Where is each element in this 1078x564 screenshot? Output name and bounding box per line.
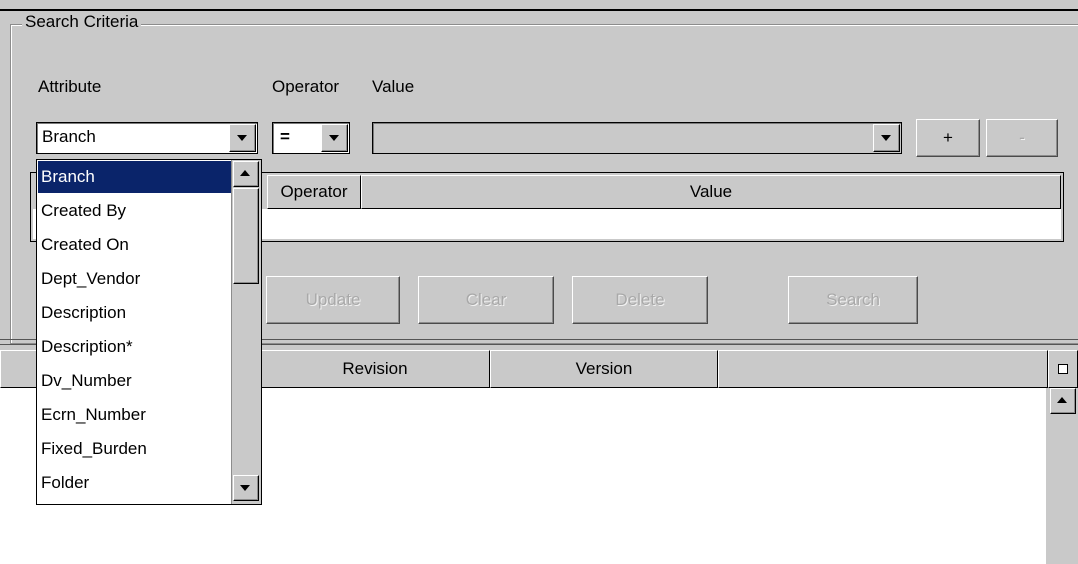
dropdown-scroll-down-button[interactable] xyxy=(233,475,259,501)
operator-label: Operator xyxy=(272,77,340,96)
attribute-label: Attribute xyxy=(38,77,102,96)
clear-button[interactable]: Clear xyxy=(418,276,554,324)
scroll-up-button[interactable] xyxy=(1050,388,1076,414)
operator-select-value: = xyxy=(280,127,290,146)
criteria-column-value[interactable]: Value xyxy=(361,175,1061,209)
results-vertical-scrollbar[interactable] xyxy=(1046,388,1078,564)
update-button[interactable]: Update xyxy=(266,276,400,324)
operator-dropdown-button[interactable] xyxy=(321,124,348,152)
results-column-empty[interactable] xyxy=(718,350,1048,388)
column-chooser-button[interactable] xyxy=(1048,350,1078,388)
attribute-dropdown-list: Branch Created By Created On Dept_Vendor… xyxy=(36,159,262,505)
results-column-version[interactable]: Version xyxy=(490,350,718,388)
attribute-option[interactable]: Dv_Number xyxy=(38,365,233,397)
dropdown-scroll-thumb[interactable] xyxy=(233,188,259,284)
chevron-down-icon xyxy=(329,135,339,141)
attribute-option[interactable]: Description xyxy=(38,297,233,329)
add-criterion-button[interactable]: + xyxy=(916,119,980,157)
attribute-option[interactable]: Folder xyxy=(38,467,233,499)
value-label: Value xyxy=(372,77,415,96)
attribute-select[interactable]: Branch xyxy=(36,122,258,154)
attribute-option[interactable]: Branch xyxy=(38,161,233,193)
value-dropdown-button[interactable] xyxy=(873,124,900,152)
attribute-option[interactable]: Ecrn_Number xyxy=(38,399,233,431)
attribute-option[interactable]: Fixed_Burden xyxy=(38,433,233,465)
search-criteria-legend: Search Criteria xyxy=(22,12,142,32)
chevron-down-icon xyxy=(237,135,247,141)
value-select[interactable] xyxy=(372,122,902,154)
window-top-edge xyxy=(0,0,1078,11)
operator-select[interactable]: = xyxy=(272,122,350,154)
results-column-revision[interactable]: Revision xyxy=(260,350,490,388)
attribute-option[interactable]: Dept_Vendor xyxy=(38,263,233,295)
square-icon xyxy=(1058,364,1068,374)
attribute-option[interactable]: Description* xyxy=(38,331,233,363)
search-button[interactable]: Search xyxy=(788,276,918,324)
remove-criterion-button[interactable]: - xyxy=(986,119,1058,157)
attribute-select-value: Branch xyxy=(42,127,96,146)
dropdown-scrollbar[interactable] xyxy=(231,160,261,504)
attribute-option[interactable]: Created On xyxy=(38,229,233,261)
chevron-up-icon xyxy=(1057,397,1067,403)
chevron-down-icon xyxy=(240,485,250,491)
attribute-option[interactable]: Created By xyxy=(38,195,233,227)
chevron-down-icon xyxy=(881,135,891,141)
chevron-up-icon xyxy=(240,170,250,176)
delete-button[interactable]: Delete xyxy=(572,276,708,324)
attribute-dropdown-button[interactable] xyxy=(229,124,256,152)
criteria-column-operator[interactable]: Operator xyxy=(267,175,361,209)
dropdown-scroll-up-button[interactable] xyxy=(233,161,259,187)
